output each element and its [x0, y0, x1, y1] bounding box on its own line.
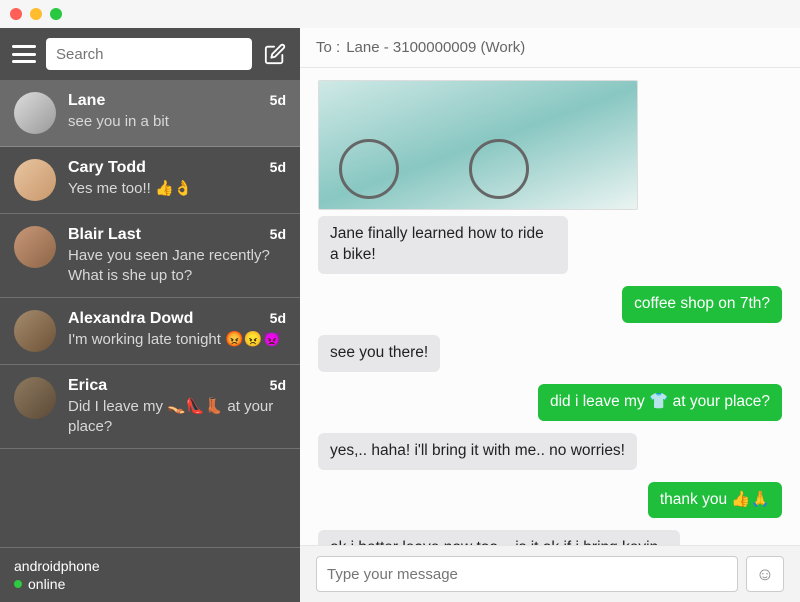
maximize-icon[interactable]: [50, 8, 62, 20]
thread-body: Lane 5d see you in a bit: [68, 92, 286, 134]
avatar: [14, 310, 56, 352]
sidebar-top: [0, 28, 300, 80]
titlebar: [0, 0, 800, 28]
app-body: Lane 5d see you in a bit Cary Todd 5d Ye…: [0, 28, 800, 602]
avatar: [14, 92, 56, 134]
thread-body: Erica 5d Did I leave my 👡👠👢 at your plac…: [68, 377, 286, 436]
compose-icon: [264, 43, 286, 65]
message-in-image: Jane finally learned how to ride a bike!: [318, 80, 638, 274]
message-input[interactable]: [327, 566, 727, 583]
thread-body: Cary Todd 5d Yes me too!! 👍👌: [68, 159, 286, 201]
thread-body: Alexandra Dowd 5d I'm working late tonig…: [68, 310, 286, 352]
thread-name: Blair Last: [68, 226, 141, 244]
thread-name: Lane: [68, 92, 105, 110]
thread-item[interactable]: Erica 5d Did I leave my 👡👠👢 at your plac…: [0, 365, 300, 449]
image-attachment[interactable]: [318, 80, 638, 210]
bike-illustration-icon: [339, 139, 399, 199]
message-list: Jane finally learned how to ride a bike!…: [300, 68, 800, 545]
thread-time: 5d: [270, 226, 286, 242]
avatar: [14, 226, 56, 268]
avatar: [14, 377, 56, 419]
thread-item[interactable]: Lane 5d see you in a bit: [0, 80, 300, 147]
bike-illustration-icon: [469, 139, 529, 199]
app-window: Lane 5d see you in a bit Cary Todd 5d Ye…: [0, 0, 800, 602]
thread-item[interactable]: Alexandra Dowd 5d I'm working late tonig…: [0, 298, 300, 365]
chat-input-bar: ☺: [300, 545, 800, 602]
chat-header: To : Lane - 3100000009 (Work): [300, 28, 800, 68]
thread-name: Alexandra Dowd: [68, 310, 193, 328]
emoji-icon: ☺: [756, 564, 774, 585]
thread-time: 5d: [270, 92, 286, 108]
sidebar-footer: androidphone online: [0, 547, 300, 602]
device-name: androidphone: [14, 558, 286, 574]
minimize-icon[interactable]: [30, 8, 42, 20]
message-in: see you there!: [318, 335, 440, 372]
thread-preview: see you in a bit: [68, 112, 286, 132]
chat-panel: To : Lane - 3100000009 (Work) Jane final…: [300, 28, 800, 602]
thread-name: Erica: [68, 377, 107, 395]
thread-list: Lane 5d see you in a bit Cary Todd 5d Ye…: [0, 80, 300, 547]
close-icon[interactable]: [10, 8, 22, 20]
thread-item[interactable]: Cary Todd 5d Yes me too!! 👍👌: [0, 147, 300, 214]
emoji-button[interactable]: ☺: [746, 556, 784, 592]
status-text: online: [28, 576, 65, 592]
recipient-name: Lane - 3100000009 (Work): [346, 39, 525, 56]
thread-time: 5d: [270, 310, 286, 326]
message-text: Jane finally learned how to ride a bike!: [318, 216, 568, 274]
hamburger-icon[interactable]: [12, 45, 36, 63]
search-input[interactable]: [56, 46, 242, 63]
thread-body: Blair Last 5d Have you seen Jane recentl…: [68, 226, 286, 285]
thread-preview: Have you seen Jane recently? What is she…: [68, 246, 286, 285]
thread-name: Cary Todd: [68, 159, 146, 177]
message-out: thank you 👍🙏: [648, 482, 782, 519]
message-out: coffee shop on 7th?: [622, 286, 782, 323]
search-input-wrapper[interactable]: [46, 38, 252, 70]
status-row: online: [14, 576, 286, 592]
avatar: [14, 159, 56, 201]
message-in: yes,.. haha! i'll bring it with me.. no …: [318, 433, 637, 470]
message-out: did i leave my 👕 at your place?: [538, 384, 782, 421]
to-label: To :: [316, 39, 340, 56]
thread-preview: I'm working late tonight 😡😠👿: [68, 330, 286, 350]
message-input-wrapper[interactable]: [316, 556, 738, 592]
sidebar: Lane 5d see you in a bit Cary Todd 5d Ye…: [0, 28, 300, 602]
thread-time: 5d: [270, 377, 286, 393]
message-in: ok i better leave now too... is it ok if…: [318, 530, 680, 545]
thread-item[interactable]: Blair Last 5d Have you seen Jane recentl…: [0, 214, 300, 298]
thread-preview: Did I leave my 👡👠👢 at your place?: [68, 397, 286, 436]
status-dot-icon: [14, 580, 22, 588]
thread-preview: Yes me too!! 👍👌: [68, 179, 286, 199]
thread-time: 5d: [270, 159, 286, 175]
compose-button[interactable]: [262, 41, 288, 67]
